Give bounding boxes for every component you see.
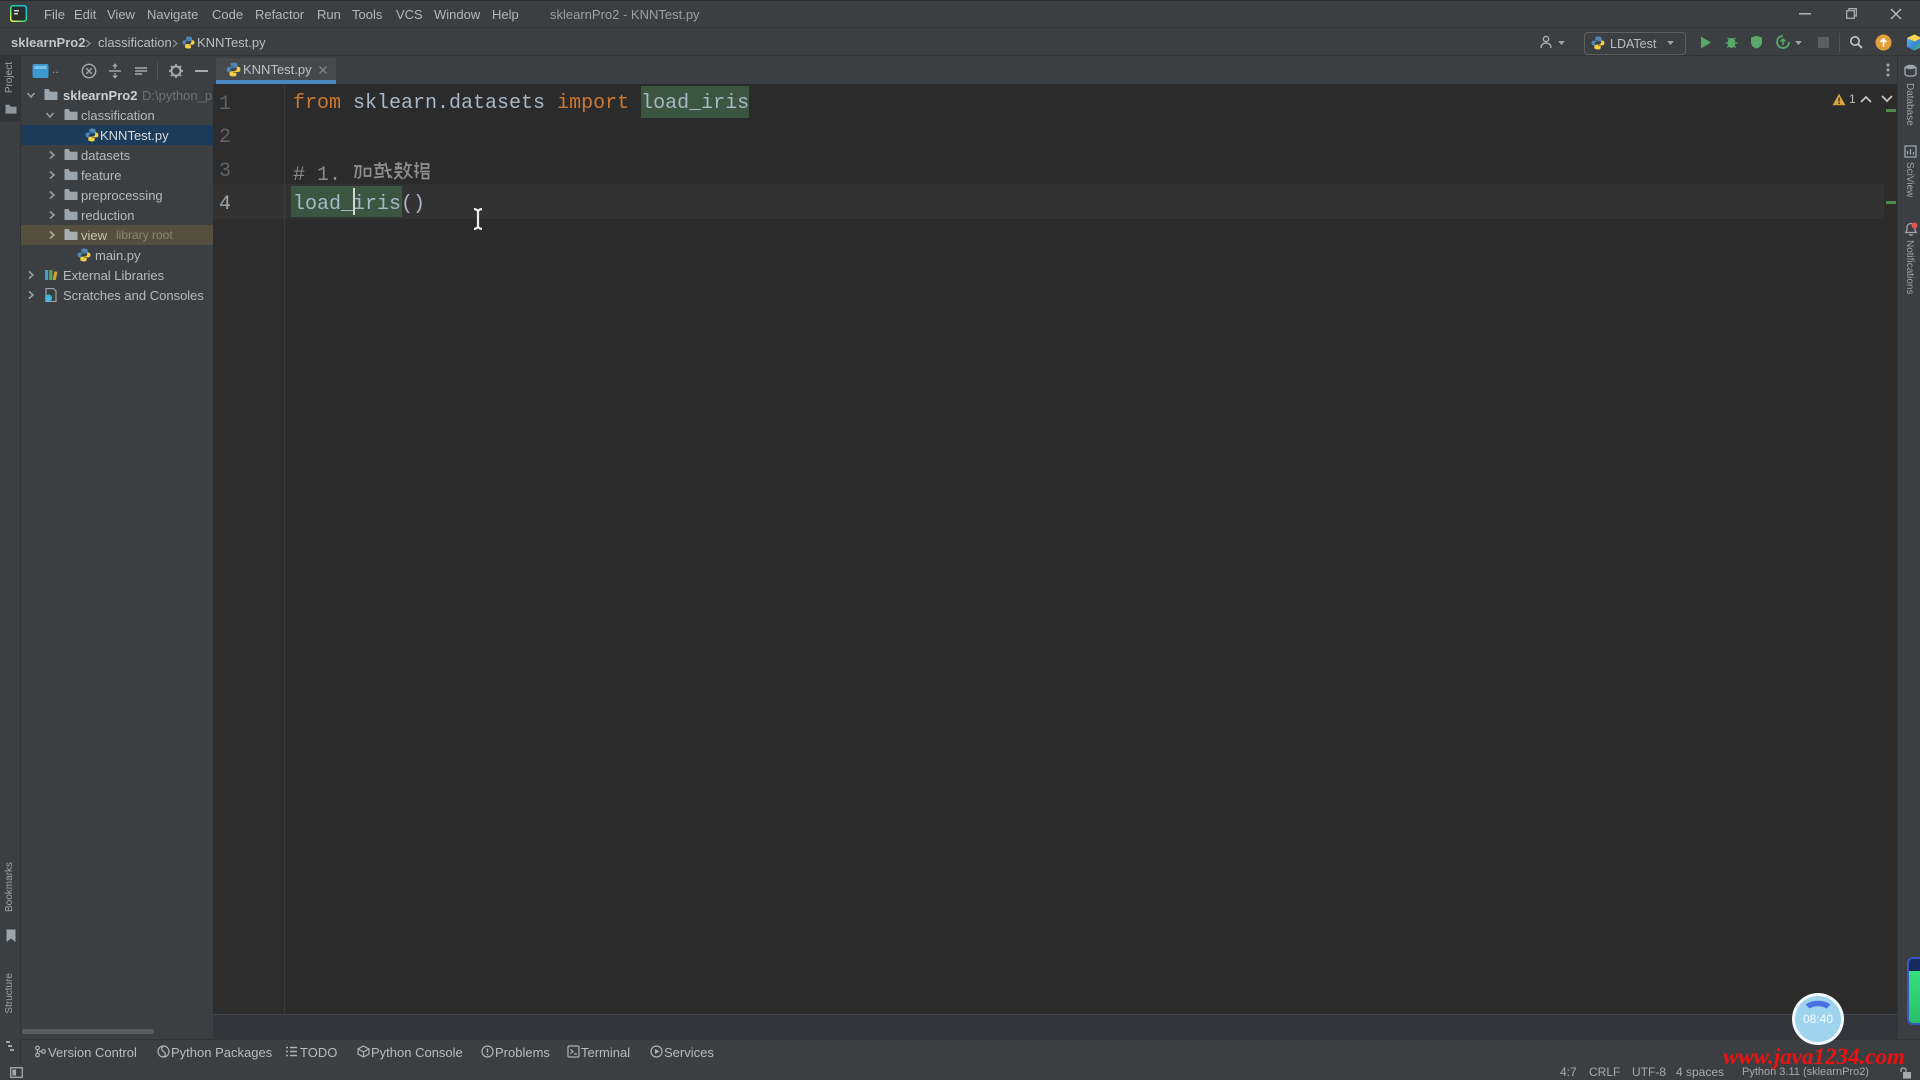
svg-text:08:40: 08:40: [1803, 1012, 1833, 1026]
